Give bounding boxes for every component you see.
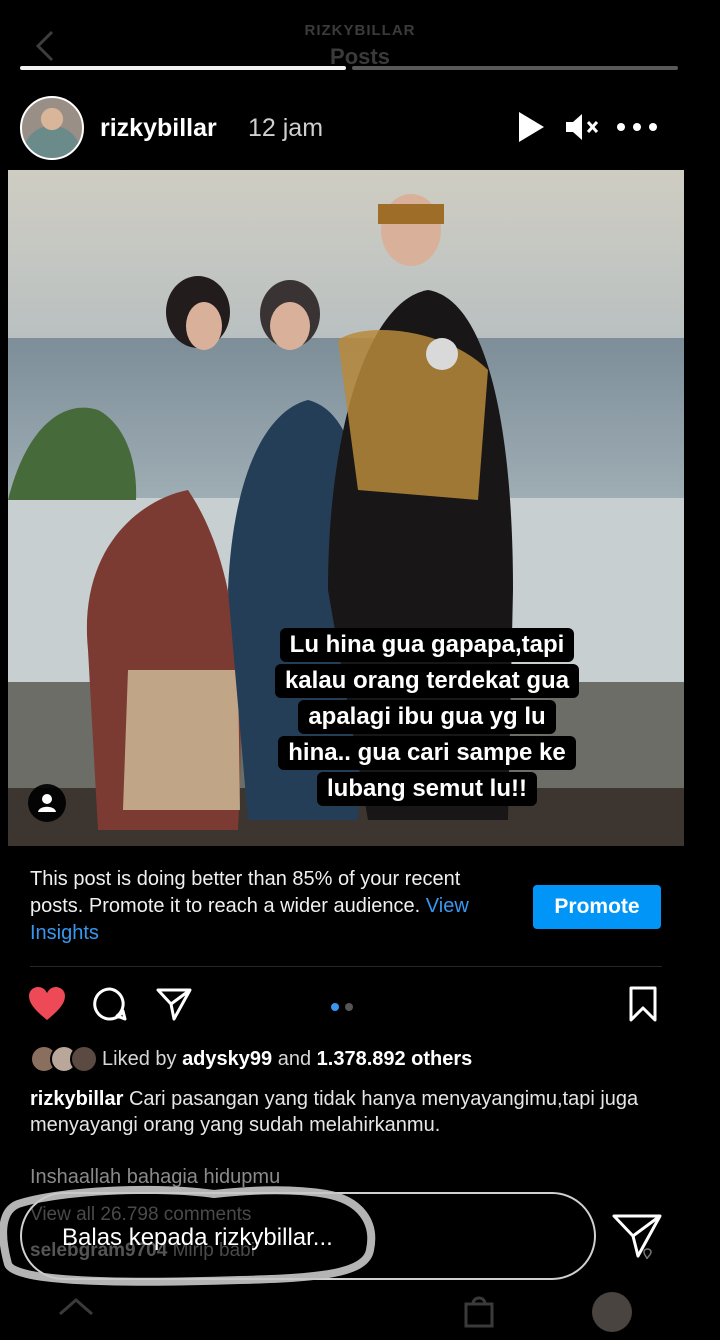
post-caption: rizkybillar Cari pasangan yang tidak han… (30, 1086, 640, 1138)
carousel-dot (345, 1003, 353, 1011)
likes-row[interactable]: Liked by adysky99 and 1.378.892 others (30, 1044, 472, 1074)
sticker-line: lubang semut lu!! (317, 772, 537, 806)
comment-icon[interactable] (92, 986, 128, 1022)
story-progress-bar (20, 66, 678, 70)
story-header: rizkybillar 12 jam (20, 96, 680, 160)
story-time: 12 jam (248, 114, 324, 142)
story-text-sticker: Lu hina gua gapapa,tapi kalau orang terd… (254, 628, 600, 808)
avatar[interactable] (20, 96, 84, 160)
caption-continuation: Inshaallah bahagia hidupmu (30, 1166, 281, 1188)
avatar (70, 1045, 98, 1073)
reply-input[interactable]: Balas kepada rizkybillar... (20, 1192, 596, 1280)
sticker-line: kalau orang terdekat gua (274, 664, 580, 698)
shop-icon[interactable] (462, 1294, 496, 1328)
carousel-indicator (331, 1003, 361, 1011)
sticker-line: hina.. gua cari sampe ke (278, 736, 576, 770)
liker-avatars (30, 1045, 102, 1073)
mute-icon[interactable] (564, 112, 600, 142)
insights-banner: This post is doing better than 85% of yo… (30, 866, 490, 947)
story-username[interactable]: rizkybillar (100, 114, 217, 143)
liker-username[interactable]: adysky99 (182, 1048, 272, 1071)
more-options-icon[interactable] (616, 122, 660, 132)
promote-button[interactable]: Promote (533, 885, 661, 929)
progress-segment (352, 66, 678, 70)
bookmark-icon[interactable] (628, 986, 658, 1022)
post-action-row (0, 982, 720, 1032)
reply-placeholder: Balas kepada rizkybillar... (62, 1224, 333, 1251)
profile-avatar[interactable] (592, 1292, 632, 1332)
insights-text: This post is doing better than 85% of yo… (30, 868, 461, 917)
play-icon[interactable] (516, 110, 546, 144)
sticker-line: apalagi ibu gua yg lu (298, 700, 556, 734)
divider (30, 966, 662, 967)
liked-by-label: Liked by (102, 1047, 177, 1070)
likes-connector: and (277, 1047, 312, 1070)
carousel-dot-active (331, 1003, 339, 1011)
send-direct-icon[interactable] (610, 1210, 664, 1262)
background-username: RIZKYBILLAR (304, 22, 416, 39)
likes-count[interactable]: 1.378.892 others (317, 1048, 473, 1071)
background-bottom-nav (0, 1290, 720, 1340)
share-icon[interactable] (156, 986, 192, 1022)
chevron-up-icon[interactable] (56, 1296, 96, 1316)
caption-username[interactable]: rizkybillar (30, 1088, 123, 1110)
heart-icon[interactable] (28, 986, 66, 1022)
sticker-line: Lu hina gua gapapa,tapi (279, 628, 575, 662)
user-tag-icon[interactable] (28, 784, 66, 822)
progress-segment (20, 66, 346, 70)
